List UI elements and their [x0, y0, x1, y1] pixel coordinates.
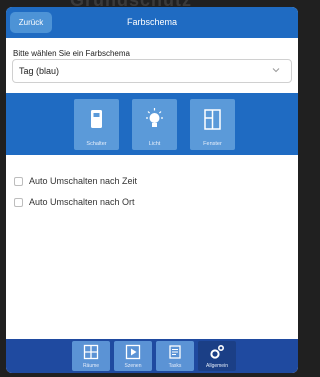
nav-scenes[interactable]: Szenen	[114, 341, 152, 371]
scheme-prompt: Bitte wählen Sie ein Farbschema	[13, 49, 130, 58]
rooms-icon	[83, 344, 99, 360]
tile-label: Licht	[148, 141, 161, 147]
chevron-down-icon	[272, 68, 280, 73]
play-icon	[125, 344, 141, 360]
tile-label: Schalter	[86, 141, 107, 147]
nav-general[interactable]: Allgemein	[198, 341, 236, 371]
preview-tile-light: Licht	[132, 99, 177, 150]
preview-tile-window: Fenster	[190, 99, 235, 150]
nav-label: Szenen	[124, 363, 142, 369]
nav-label: Räume	[82, 363, 100, 369]
header-bar: Farbschema Zurück	[6, 7, 298, 38]
switch-icon	[91, 110, 102, 128]
color-preview-band: Schalter Licht Fenster	[6, 93, 298, 155]
auto-switch-location-label: Auto Umschalten nach Ort	[29, 197, 135, 207]
nav-label: Tasks	[168, 363, 182, 369]
auto-switch-location-checkbox[interactable]	[14, 198, 23, 207]
preview-tile-switch: Schalter	[74, 99, 119, 150]
nav-rooms[interactable]: Räume	[72, 341, 110, 371]
back-button[interactable]: Zurück	[10, 12, 52, 33]
nav-label: Allgemein	[206, 363, 228, 369]
settings-panel: Farbschema Zurück Bitte wählen Sie ein F…	[6, 7, 298, 373]
nav-tasks[interactable]: Tasks	[156, 341, 194, 371]
auto-switch-time-label: Auto Umschalten nach Zeit	[29, 176, 138, 186]
bottom-nav-bar: Räume Szenen Tasks Allgemein	[6, 339, 298, 373]
window-icon	[204, 109, 221, 130]
color-scheme-value: Tag (blau)	[19, 66, 60, 76]
auto-switch-time-checkbox[interactable]	[14, 177, 23, 186]
light-bulb-icon	[146, 108, 163, 127]
gears-icon	[210, 344, 225, 359]
tasks-icon	[169, 345, 181, 359]
color-scheme-select[interactable]: Tag (blau)	[12, 59, 292, 83]
tile-label: Fenster	[203, 141, 222, 147]
